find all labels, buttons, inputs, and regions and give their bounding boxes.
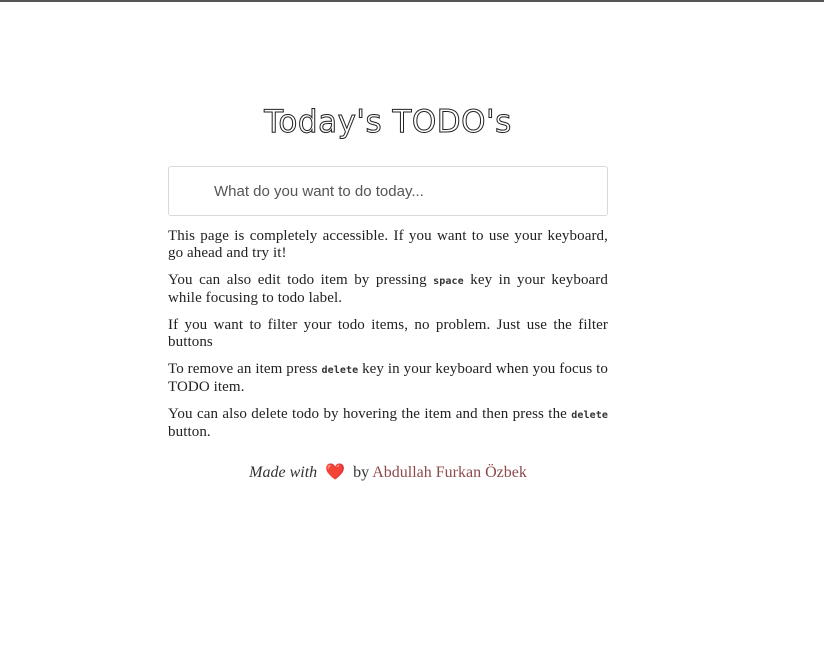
made-with-text: Made with <box>249 464 318 481</box>
help-paragraph-accessible: This page is completely accessible. If y… <box>168 228 608 261</box>
by-text: by <box>353 464 370 481</box>
top-border <box>0 0 824 2</box>
help-text: This page is completely accessible. If y… <box>168 228 608 451</box>
page-title: Today's TODO's <box>264 104 512 141</box>
help-paragraph-hover-delete: You can also delete todo by hovering the… <box>168 406 608 441</box>
heart-icon: ❤️ <box>325 464 346 481</box>
help-paragraph-remove: To remove an item press delete key in yo… <box>168 361 608 396</box>
help-hover-text-before: You can also delete todo by hovering the… <box>168 406 572 422</box>
help-edit-text-before: You can also edit todo item by pressing <box>168 272 434 288</box>
delete-button-code: delete <box>571 410 608 421</box>
delete-key-code: delete <box>321 365 359 376</box>
author-link[interactable]: Abdullah Furkan Özbek <box>372 464 527 481</box>
space-key-code: space <box>433 276 464 287</box>
help-hover-text-after: button. <box>168 424 211 440</box>
help-paragraph-edit: You can also edit todo item by pressing … <box>168 272 608 307</box>
help-paragraph-filter: If you want to filter your todo items, n… <box>168 317 608 350</box>
help-remove-text-before: To remove an item press <box>168 361 322 377</box>
footer: Made with ❤️ by Abdullah Furkan Özbek <box>0 462 776 482</box>
new-todo-input[interactable] <box>168 166 608 216</box>
